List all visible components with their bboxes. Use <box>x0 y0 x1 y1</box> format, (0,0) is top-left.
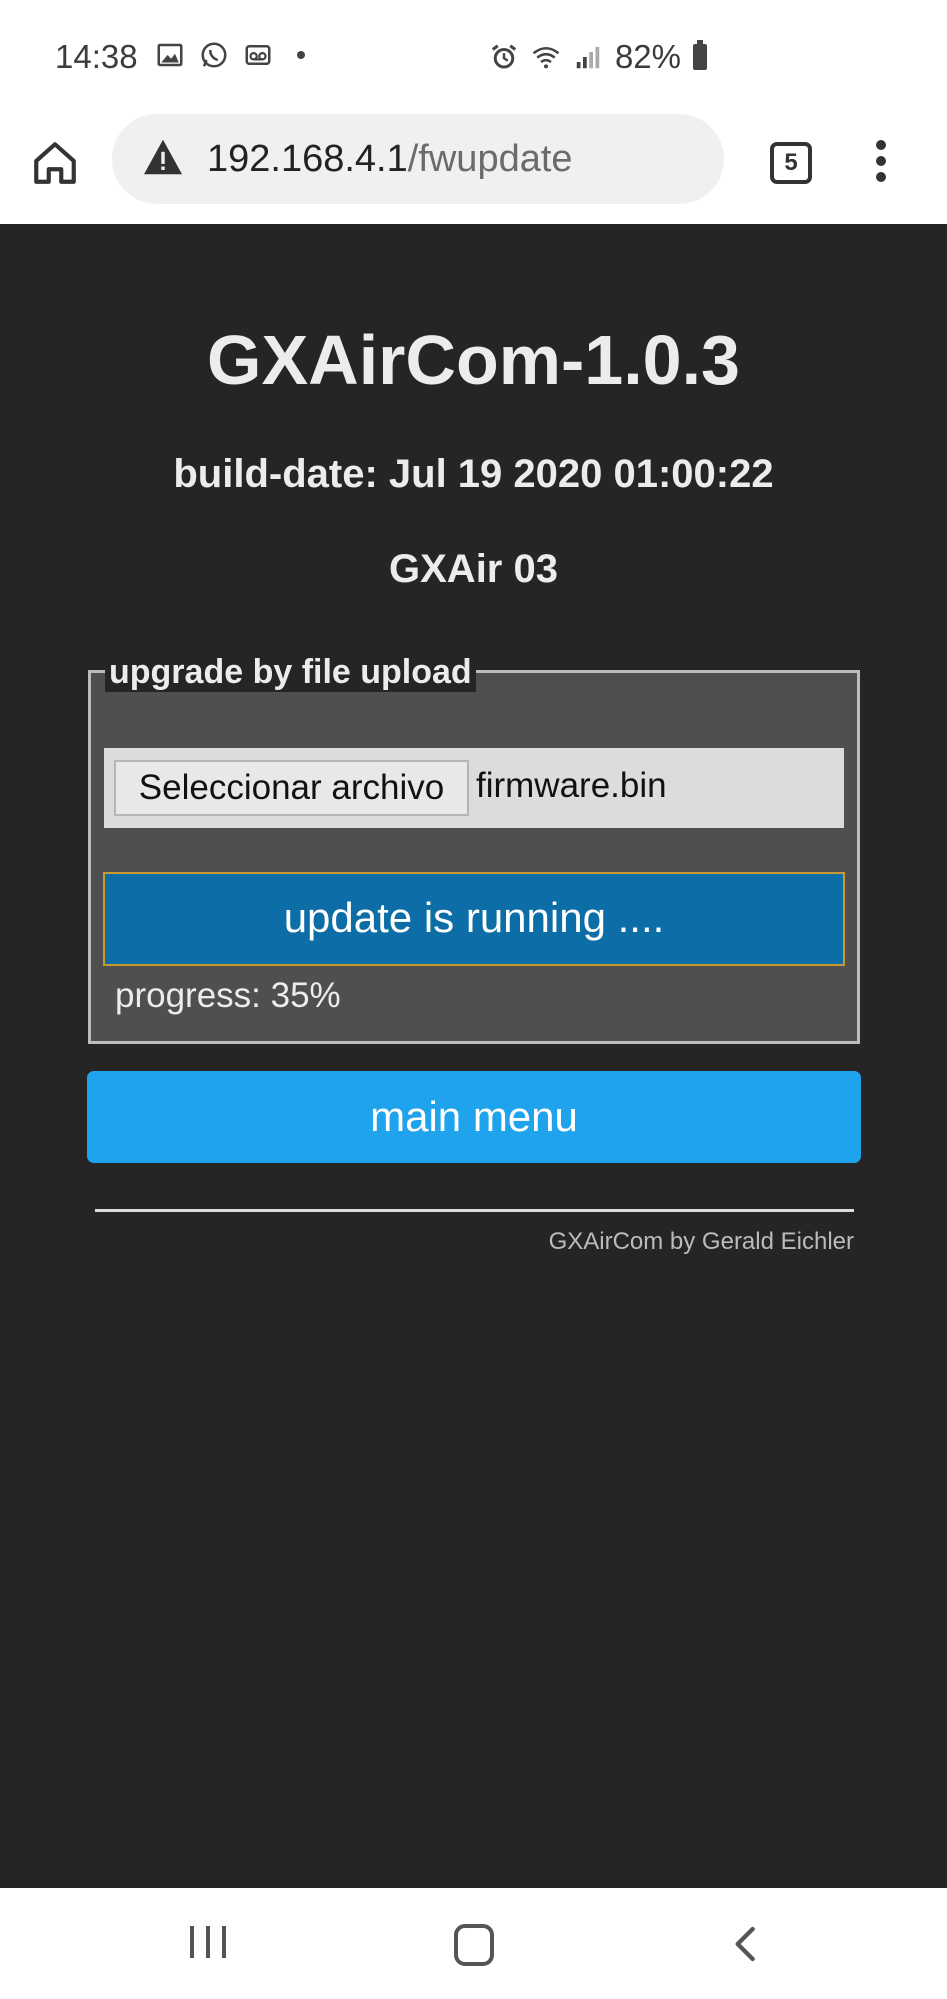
home-icon[interactable] <box>30 138 80 188</box>
progress-text: progress: 35% <box>115 976 341 1015</box>
signal-icon <box>576 47 600 69</box>
back-icon[interactable] <box>726 1924 766 1964</box>
main-menu-button[interactable]: main menu <box>87 1071 861 1163</box>
image-icon <box>157 43 183 67</box>
footer-credit: GXAirCom by Gerald Eichler <box>548 1228 854 1255</box>
status-time: 14:38 <box>55 38 138 75</box>
home-button-icon[interactable] <box>454 1924 494 1966</box>
warning-icon[interactable] <box>142 138 184 176</box>
upload-legend: upgrade by file upload <box>105 652 476 692</box>
status-bar: 14:38 82% <box>0 0 947 110</box>
update-button[interactable]: update is running .... <box>103 872 845 966</box>
page-content: GXAirCom-1.0.3 build-date: Jul 19 2020 0… <box>0 224 947 1888</box>
address-bar[interactable]: 192.168.4.1/fwupdate <box>112 114 724 204</box>
divider <box>95 1209 854 1212</box>
battery-percent: 82% <box>614 38 681 75</box>
url-text[interactable]: 192.168.4.1/fwupdate <box>207 138 573 181</box>
recents-icon[interactable] <box>190 1926 226 1958</box>
file-input[interactable]: Seleccionar archivo firmware.bin <box>104 748 844 828</box>
device-name: GXAir 03 <box>389 547 558 591</box>
page-title: GXAirCom-1.0.3 <box>207 321 740 399</box>
overflow-menu-icon[interactable] <box>866 140 896 190</box>
tab-switcher-button[interactable]: 5 <box>770 142 812 184</box>
browser-toolbar: 192.168.4.1/fwupdate 5 <box>0 110 947 224</box>
battery-icon <box>693 40 707 70</box>
choose-file-button[interactable]: Seleccionar archivo <box>114 760 469 816</box>
voicemail-icon <box>245 45 271 65</box>
wifi-icon <box>532 47 560 69</box>
selected-file-name: firmware.bin <box>476 766 667 805</box>
url-path: /fwupdate <box>407 138 573 180</box>
dot-icon <box>297 51 305 59</box>
system-icons: 82% <box>489 38 707 76</box>
alarm-icon <box>491 44 517 69</box>
navigation-bar <box>0 1888 947 1999</box>
url-host: 192.168.4.1 <box>207 138 408 180</box>
whatsapp-icon <box>201 42 227 68</box>
notification-icons <box>155 40 305 70</box>
build-date: build-date: Jul 19 2020 01:00:22 <box>173 452 774 496</box>
